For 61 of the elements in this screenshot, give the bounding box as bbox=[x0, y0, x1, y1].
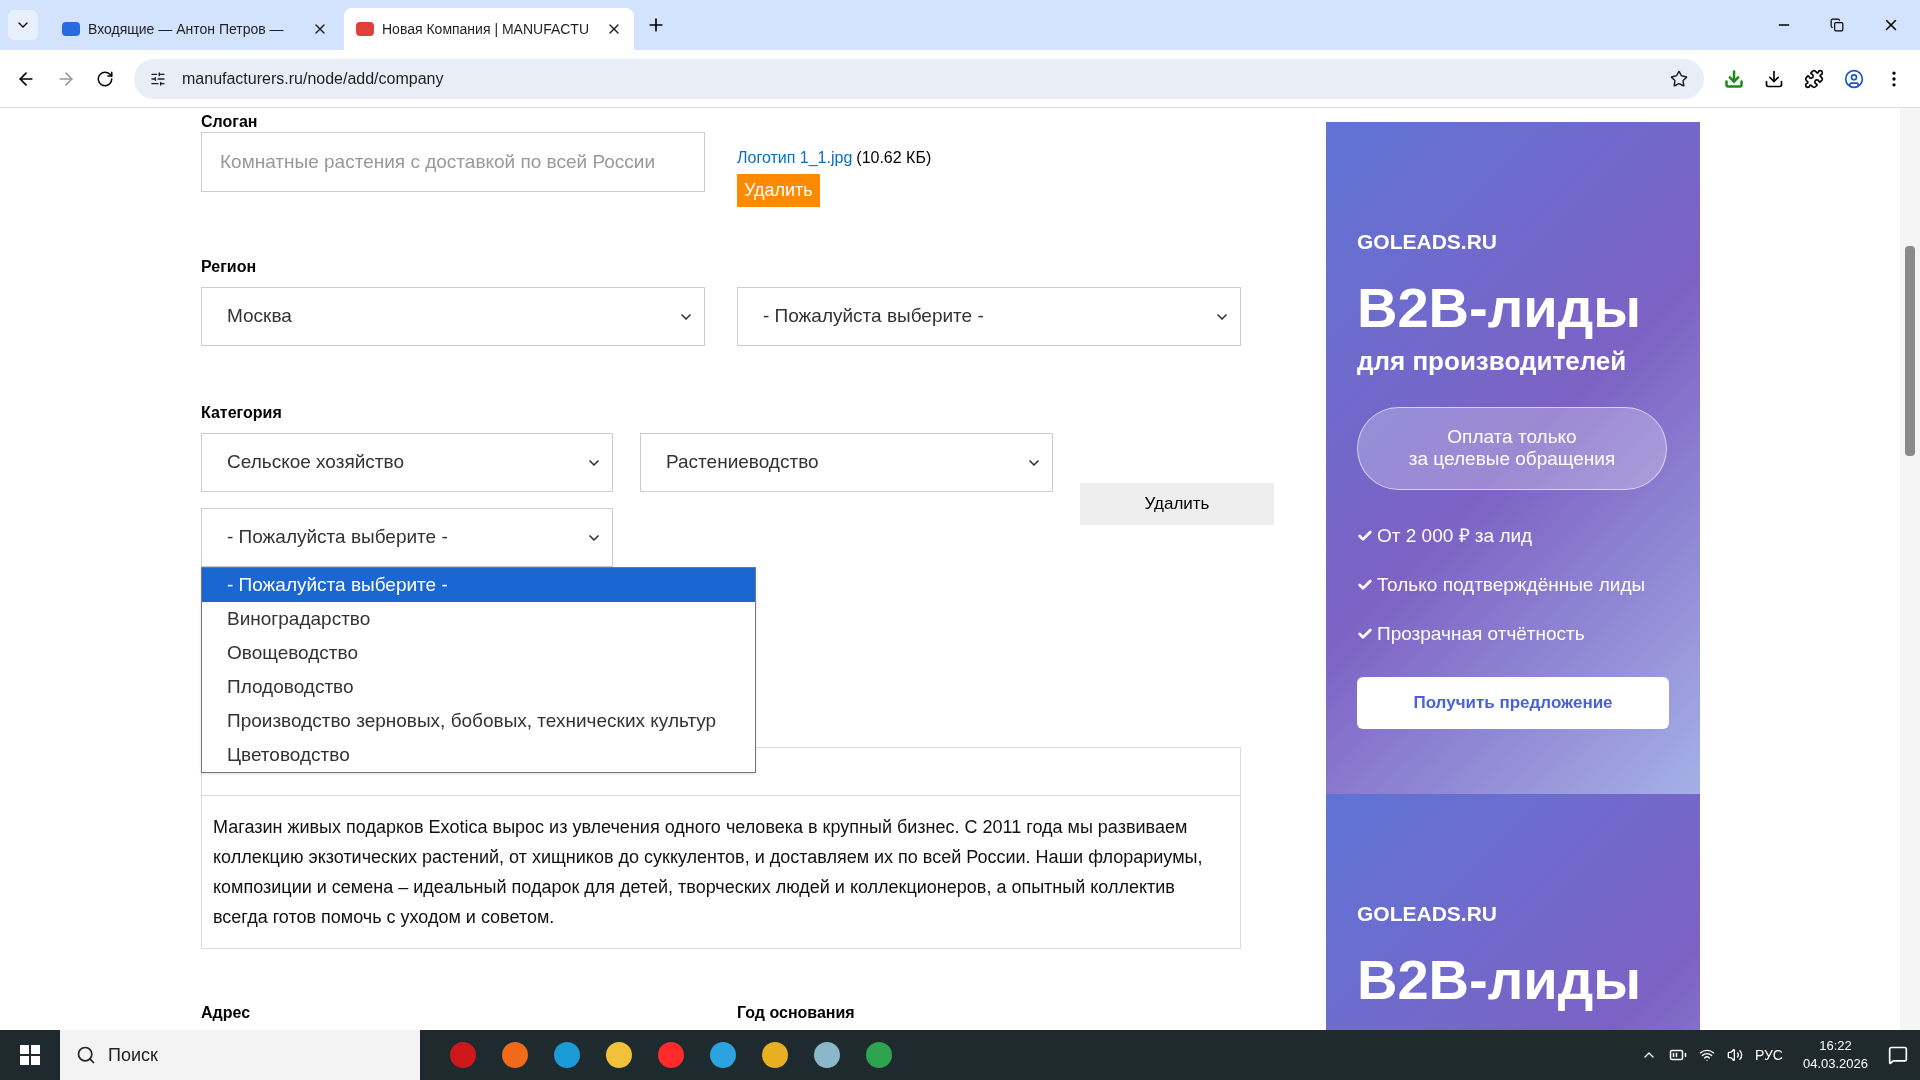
taskbar-app-icon[interactable] bbox=[606, 1042, 632, 1068]
wifi-icon[interactable] bbox=[1698, 1047, 1715, 1063]
address-bar[interactable]: manufacturers.ru/node/add/company bbox=[134, 58, 1704, 99]
windows-icon bbox=[20, 1045, 40, 1065]
ad-point: Только подтверждённые лиды bbox=[1377, 572, 1646, 597]
field-label: Регион bbox=[201, 257, 258, 277]
taskbar-app-icon[interactable] bbox=[658, 1042, 684, 1068]
file-size: (10.62 КБ) bbox=[856, 148, 932, 168]
field-label: Слоган bbox=[201, 112, 259, 132]
taskbar-app-icon[interactable] bbox=[762, 1042, 788, 1068]
search-icon bbox=[76, 1045, 96, 1065]
field-label: Категория bbox=[201, 403, 283, 423]
taskbar-app-icon[interactable] bbox=[502, 1042, 528, 1068]
tab-list-button[interactable] bbox=[8, 10, 38, 40]
taskbar-app-icon[interactable] bbox=[866, 1042, 892, 1068]
file-link[interactable]: Логотип 1_1.jpg bbox=[737, 146, 853, 170]
ad-subheadline: для производителей bbox=[1357, 344, 1628, 378]
clock-time[interactable]: 16:22 bbox=[1819, 1037, 1852, 1055]
reload-icon[interactable] bbox=[96, 69, 114, 88]
download-icon[interactable] bbox=[1764, 68, 1784, 89]
slogan-input-field[interactable]: Комнатные растения с доставкой по всей России bbox=[201, 132, 705, 192]
ad-brand: GOLEADS.RU bbox=[1357, 901, 1498, 927]
site-settings-icon[interactable] bbox=[150, 70, 166, 87]
select-field[interactable]: Сельское хозяйство bbox=[201, 433, 613, 492]
select-field[interactable]: Растениеводство bbox=[640, 433, 1053, 492]
select-field[interactable]: - Пожалуйста выберите - bbox=[737, 287, 1241, 346]
browser-tab[interactable]: Входящие — Антон Петров — bbox=[50, 8, 340, 50]
select-field[interactable]: - Пожалуйста выберите - bbox=[201, 508, 613, 567]
dropdown-option[interactable]: Цветоводство bbox=[202, 738, 755, 772]
taskbar-search-field[interactable]: Поиск bbox=[60, 1030, 420, 1080]
cta-button[interactable]: Получить предложение bbox=[1357, 676, 1669, 729]
ad-brand: GOLEADS.RU bbox=[1357, 229, 1498, 255]
profile-icon[interactable] bbox=[1844, 68, 1864, 89]
field-label: Адрес bbox=[201, 1003, 252, 1023]
select-field[interactable]: Москва bbox=[201, 287, 705, 346]
language-indicator[interactable]: РУС bbox=[1754, 1044, 1783, 1066]
volume-icon[interactable] bbox=[1726, 1047, 1743, 1063]
dropdown-option[interactable]: Виноградарство bbox=[202, 602, 755, 636]
clock-date[interactable]: 04.03.2026 bbox=[1802, 1055, 1868, 1073]
site-icon bbox=[356, 22, 374, 36]
delete-button[interactable]: Удалить bbox=[1080, 483, 1274, 525]
dropdown-option[interactable]: Овощеводство bbox=[202, 636, 755, 670]
field-label: Год основания bbox=[737, 1003, 855, 1023]
taskbar-app-icon[interactable] bbox=[710, 1042, 736, 1068]
taskbar-app-icon[interactable] bbox=[814, 1042, 840, 1068]
editor-text: Магазин живых подарков Exotica вырос из увлечения одного человека в крупный бизнес. С 2011 года мы развиваем коллекцию экзотических растений, от хищников до суккулентов, и доставляем их по всей России. Наши флорариумы, композиции и семена – идеальный подарок для детей, творческих людей и коллекционеров, а опытный коллектив всегда готов помочь с уходом и советом. bbox=[212, 816, 1204, 929]
bookmark-star-icon[interactable] bbox=[1670, 69, 1688, 88]
text-editor[interactable] bbox=[201, 747, 1241, 949]
scrollbar[interactable] bbox=[1900, 108, 1920, 1030]
taskbar-app-icon[interactable] bbox=[554, 1042, 580, 1068]
extensions-icon[interactable] bbox=[1804, 68, 1824, 89]
browser-tab[interactable]: Новая Компания | MANUFACTU bbox=[344, 8, 634, 50]
dropdown-option[interactable]: - Пожалуйста выберите - bbox=[202, 568, 755, 602]
notifications-icon[interactable] bbox=[1888, 1045, 1908, 1065]
restore-icon[interactable] bbox=[1830, 18, 1844, 32]
ad-point: Прозрачная отчётность bbox=[1377, 621, 1585, 646]
site-icon bbox=[62, 22, 80, 36]
dropdown-option[interactable]: Плодоводство bbox=[202, 670, 755, 704]
ad-pill: Оплата только за целевые обращения bbox=[1357, 406, 1667, 490]
ad-point: От 2 000 ₽ за лид bbox=[1377, 523, 1533, 548]
dropdown-option[interactable]: Производство зерновых, бобовых, технических культур bbox=[202, 704, 755, 738]
